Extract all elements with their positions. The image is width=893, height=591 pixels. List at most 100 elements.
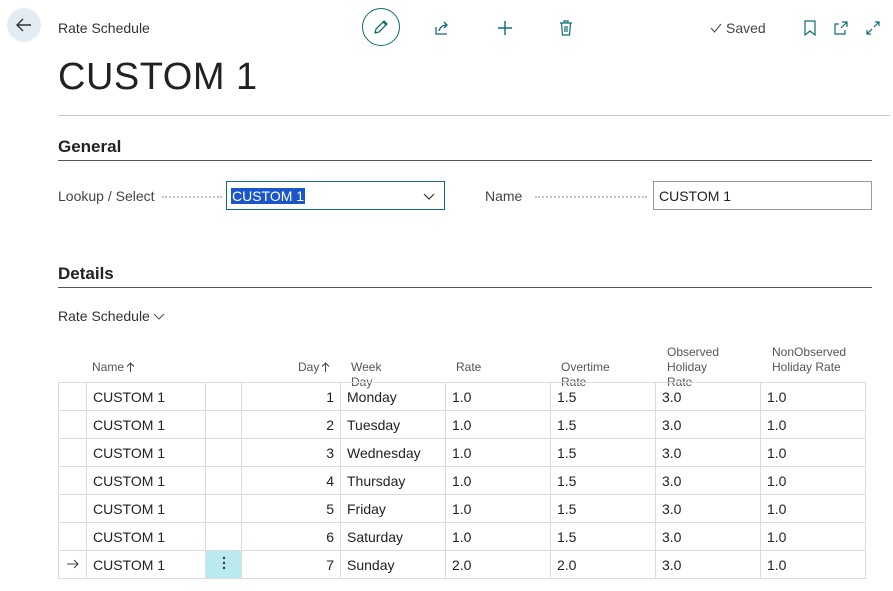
table-row-current[interactable]: CUSTOM 1 7 Sunday 2.0 2.0 3.0 1.0 [58,550,866,579]
cell-observed-holiday-rate[interactable]: 3.0 [655,466,761,495]
row-indicator[interactable] [58,438,87,467]
row-actions-button[interactable] [205,550,242,579]
cell-week-day[interactable]: Tuesday [340,410,446,439]
row-actions-cell[interactable] [205,522,242,551]
name-dots [535,196,647,198]
cell-nonobserved-holiday-rate[interactable]: 1.0 [760,382,866,411]
page-title: CUSTOM 1 [58,56,258,98]
cell-week-day[interactable]: Saturday [340,522,446,551]
table-row[interactable]: CUSTOM 1 6 Saturday 1.0 1.5 3.0 1.0 [58,522,866,551]
row-indicator[interactable] [58,410,87,439]
plus-icon [498,21,512,35]
row-indicator[interactable] [58,382,87,411]
row-actions-cell[interactable] [205,438,242,467]
cell-day[interactable]: 6 [241,522,341,551]
row-indicator[interactable] [58,550,87,579]
cell-observed-holiday-rate[interactable]: 3.0 [655,382,761,411]
open-new-window-icon [834,21,848,35]
cell-day[interactable]: 4 [241,466,341,495]
column-header-rate[interactable]: Rate [456,360,481,375]
cell-rate[interactable]: 1.0 [445,522,551,551]
column-header-name[interactable]: Name [92,360,135,375]
trash-icon [560,20,572,36]
general-section-title[interactable]: General [58,137,121,157]
table-row[interactable]: CUSTOM 1 1 Monday 1.0 1.5 3.0 1.0 [58,382,866,411]
row-actions-cell[interactable] [205,382,242,411]
cell-overtime-rate[interactable]: 1.5 [550,522,656,551]
cell-observed-holiday-rate[interactable]: 3.0 [655,550,761,579]
arrow-up-icon [126,362,135,372]
cell-rate[interactable]: 1.0 [445,494,551,523]
cell-name[interactable]: CUSTOM 1 [86,410,206,439]
cell-overtime-rate[interactable]: 1.5 [550,438,656,467]
cell-rate[interactable]: 1.0 [445,438,551,467]
column-header-nonobserved-holiday-rate[interactable]: NonObserved Holiday Rate [772,345,846,375]
delete-button[interactable] [556,18,576,38]
new-button[interactable] [495,18,515,38]
row-actions-cell[interactable] [205,466,242,495]
cell-nonobserved-holiday-rate[interactable]: 1.0 [760,410,866,439]
cell-nonobserved-holiday-rate[interactable]: 1.0 [760,438,866,467]
table-row[interactable]: CUSTOM 1 5 Friday 1.0 1.5 3.0 1.0 [58,494,866,523]
row-indicator[interactable] [58,466,87,495]
bookmark-button[interactable] [802,19,818,37]
cell-observed-holiday-rate[interactable]: 3.0 [655,522,761,551]
cell-day[interactable]: 2 [241,410,341,439]
share-button[interactable] [432,18,452,38]
cell-overtime-rate[interactable]: 1.5 [550,382,656,411]
name-field[interactable]: CUSTOM 1 [653,181,872,210]
cell-nonobserved-holiday-rate[interactable]: 1.0 [760,550,866,579]
name-label: Name [485,188,523,204]
lookup-select-dropdown[interactable]: CUSTOM 1 [226,181,445,210]
cell-overtime-rate[interactable]: 1.5 [550,494,656,523]
cell-week-day[interactable]: Sunday [340,550,446,579]
cell-nonobserved-holiday-rate[interactable]: 1.0 [760,494,866,523]
table-row[interactable]: CUSTOM 1 4 Thursday 1.0 1.5 3.0 1.0 [58,466,866,495]
cell-rate[interactable]: 1.0 [445,382,551,411]
expand-button[interactable] [864,19,882,37]
details-divider [58,287,872,288]
cell-name[interactable]: CUSTOM 1 [86,550,206,579]
cell-rate[interactable]: 2.0 [445,550,551,579]
share-icon [435,21,448,35]
table-row[interactable]: CUSTOM 1 2 Tuesday 1.0 1.5 3.0 1.0 [58,410,866,439]
lookup-select-label: Lookup / Select [58,188,155,204]
cell-day[interactable]: 1 [241,382,341,411]
saved-status: Saved [709,20,766,36]
row-actions-cell[interactable] [205,494,242,523]
row-indicator[interactable] [58,494,87,523]
rate-schedule-menu[interactable]: Rate Schedule [58,308,165,324]
cell-observed-holiday-rate[interactable]: 3.0 [655,410,761,439]
cell-week-day[interactable]: Wednesday [340,438,446,467]
cell-rate[interactable]: 1.0 [445,466,551,495]
column-header-day[interactable]: Day [298,360,330,375]
cell-rate[interactable]: 1.0 [445,410,551,439]
row-indicator[interactable] [58,522,87,551]
back-button[interactable] [7,8,41,42]
cell-observed-holiday-rate[interactable]: 3.0 [655,438,761,467]
cell-name[interactable]: CUSTOM 1 [86,438,206,467]
cell-overtime-rate[interactable]: 2.0 [550,550,656,579]
table-row[interactable]: CUSTOM 1 3 Wednesday 1.0 1.5 3.0 1.0 [58,438,866,467]
cell-nonobserved-holiday-rate[interactable]: 1.0 [760,466,866,495]
details-section-title[interactable]: Details [58,264,114,284]
cell-week-day[interactable]: Friday [340,494,446,523]
more-vertical-icon [222,556,225,570]
cell-name[interactable]: CUSTOM 1 [86,382,206,411]
cell-overtime-rate[interactable]: 1.5 [550,410,656,439]
cell-nonobserved-holiday-rate[interactable]: 1.0 [760,522,866,551]
cell-day[interactable]: 7 [241,550,341,579]
expand-icon [866,21,880,35]
edit-button[interactable] [362,8,400,46]
cell-week-day[interactable]: Thursday [340,466,446,495]
cell-name[interactable]: CUSTOM 1 [86,466,206,495]
cell-name[interactable]: CUSTOM 1 [86,494,206,523]
cell-name[interactable]: CUSTOM 1 [86,522,206,551]
cell-observed-holiday-rate[interactable]: 3.0 [655,494,761,523]
open-new-window-button[interactable] [832,19,850,37]
row-actions-cell[interactable] [205,410,242,439]
cell-day[interactable]: 5 [241,494,341,523]
cell-overtime-rate[interactable]: 1.5 [550,466,656,495]
cell-day[interactable]: 3 [241,438,341,467]
cell-week-day[interactable]: Monday [340,382,446,411]
